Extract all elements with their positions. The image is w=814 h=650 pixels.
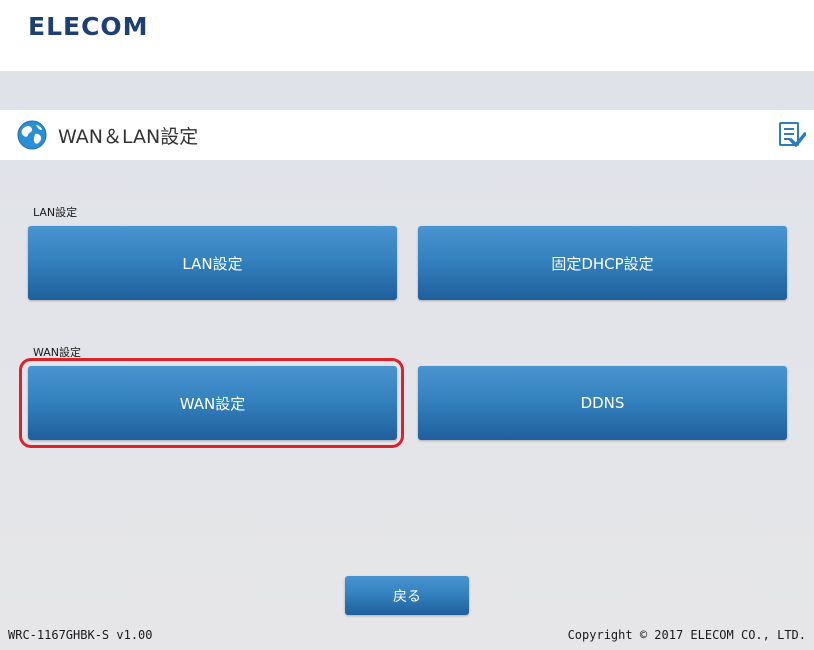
page-title: WAN＆LAN設定 — [58, 126, 199, 148]
model-version: WRC-1167GHBK-S v1.00 — [8, 628, 153, 642]
lan-section-label: LAN設定 — [33, 206, 78, 219]
highlight-annotation — [19, 358, 404, 448]
ddns-button[interactable]: DDNS — [418, 366, 787, 440]
fixed-dhcp-settings-button[interactable]: 固定DHCP設定 — [418, 226, 787, 300]
copyright-text: Copyright © 2017 ELECOM CO., LTD. — [567, 628, 806, 642]
back-button[interactable]: 戻る — [345, 576, 469, 615]
elecom-logo: ELECOM — [28, 12, 149, 41]
globe-icon — [17, 120, 47, 150]
header: ELECOM — [0, 0, 814, 71]
checklist-icon[interactable] — [778, 120, 806, 150]
lan-settings-button[interactable]: LAN設定 — [28, 226, 397, 300]
